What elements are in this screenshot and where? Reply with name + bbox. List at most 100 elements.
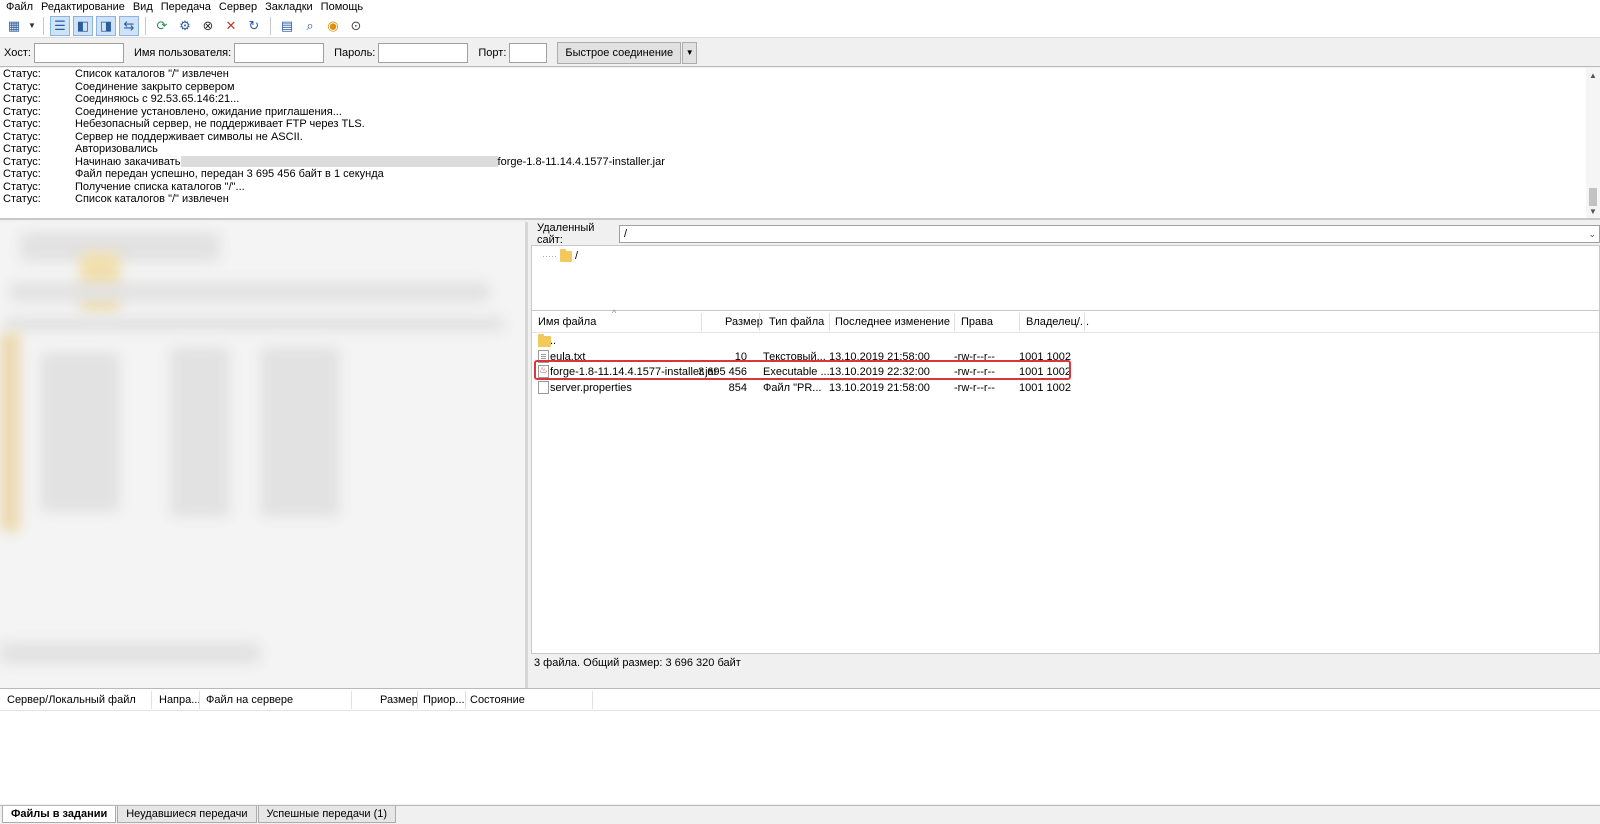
file-owner: 1001 1002: [1019, 381, 1071, 394]
username-label: Имя пользователя:: [133, 46, 232, 59]
log-message: Начинаю закачивать forge-1.8-11.14.4.1577…: [75, 156, 665, 169]
filter-icon[interactable]: ▤: [277, 16, 297, 36]
file-list-header: ^ Имя файла Размер Тип файла Последнее и…: [532, 308, 1599, 333]
log-status-label: Статус:: [3, 105, 41, 118]
log-status-label: Статус:: [3, 155, 41, 168]
chevron-down-icon[interactable]: ⌄: [1588, 229, 1596, 240]
column-header-size[interactable]: Размер: [725, 316, 763, 328]
remote-path-input[interactable]: / ⌄: [619, 225, 1600, 243]
menu-server[interactable]: Сервер: [215, 0, 261, 14]
log-status-label: Статус:: [3, 118, 41, 130]
disconnect-icon[interactable]: ✕: [221, 16, 241, 36]
column-header-state[interactable]: Состояние: [470, 694, 525, 706]
queue-header: Сервер/Локальный файл Напра... Файл на с…: [0, 689, 1600, 711]
log-message-text: Получение списка каталогов "/"...: [75, 180, 245, 193]
log-message-text: Файл передан успешно, передан 3 695 456 …: [75, 168, 384, 180]
log-status-label: Статус:: [3, 80, 41, 93]
file-row[interactable]: server.properties 854 Файл "PR... 13.10.201…: [532, 380, 1599, 396]
folder-icon: [560, 248, 572, 262]
log-message-text: Авторизовались: [75, 143, 158, 155]
menu-edit[interactable]: Редактирование: [37, 0, 129, 14]
toggle-queue-icon[interactable]: ⇆: [119, 15, 139, 36]
toolbar-separator: [270, 16, 271, 35]
column-header-size[interactable]: Размер: [380, 694, 418, 706]
log-row: Статус: Соединение закрыто сервером: [0, 81, 1600, 94]
folder-icon: [538, 334, 551, 347]
log-message: Соединяюсь с 92.53.65.146:21...: [75, 93, 239, 106]
site-manager-dropdown-icon[interactable]: ▼: [27, 16, 37, 36]
log-message-text: Соединение установлено, ожидание приглаш…: [75, 105, 342, 118]
highlight-frame: [534, 360, 1071, 380]
file-name: ..: [550, 335, 557, 347]
scroll-down-icon[interactable]: ▼: [1586, 204, 1600, 218]
column-header-modified[interactable]: Последнее изменение: [835, 316, 950, 328]
toggle-local-tree-icon[interactable]: ◧: [73, 15, 93, 36]
log-status-label: Статус:: [3, 68, 41, 80]
compare-directories-icon[interactable]: ⌕: [300, 16, 320, 36]
password-input[interactable]: [378, 42, 469, 63]
column-header-owner[interactable]: Владелец/...: [1026, 316, 1089, 328]
tab-failed-transfers[interactable]: Неудавшиеся передачи: [117, 806, 257, 823]
column-header-priority[interactable]: Приор...: [423, 694, 465, 706]
file-name: server.properties: [550, 381, 632, 394]
column-header-remote-file[interactable]: Файл на сервере: [206, 694, 293, 706]
log-row: Статус: Получение списка каталогов "/"...: [0, 181, 1600, 194]
refresh-icon[interactable]: ⟳: [152, 16, 172, 36]
log-message: Получение списка каталогов "/"...: [75, 181, 245, 194]
queue-tabs: Файлы в задании Неудавшиеся передачи Усп…: [0, 805, 1600, 824]
quickconnect-button[interactable]: Быстрое соединение: [557, 41, 682, 64]
log-message-text: Список каталогов "/" извлечен: [75, 68, 229, 80]
message-log: Статус: Список каталогов "/" извлечен Стат…: [0, 68, 1600, 220]
log-row: Статус: Соединение установлено, ожидание …: [0, 106, 1600, 119]
log-row: Статус: Начинаю закачивать forge-1.8-11.14…: [0, 156, 1600, 169]
quickconnect-dropdown-icon[interactable]: ▼: [682, 41, 698, 64]
menu-transfer[interactable]: Передача: [157, 0, 215, 14]
log-row: Статус: Список каталогов "/" извлечен: [0, 193, 1600, 206]
column-header-name[interactable]: Имя файла: [538, 316, 596, 328]
redacted-path: [180, 156, 498, 168]
log-row: Статус: Файл передан успешно, передан 3 6…: [0, 168, 1600, 181]
reconnect-icon[interactable]: ↻: [244, 16, 264, 36]
column-header-server-local[interactable]: Сервер/Локальный файл: [7, 694, 136, 706]
tab-queued-files[interactable]: Файлы в задании: [2, 806, 117, 823]
tree-node-root[interactable]: ····· /: [542, 248, 579, 262]
port-label: Порт:: [478, 46, 507, 59]
log-message: Авторизовались: [75, 143, 158, 156]
log-row: Статус: Соединяюсь с 92.53.65.146:21...: [0, 93, 1600, 106]
log-scrollbar[interactable]: ▲ ▼: [1586, 68, 1600, 218]
menu-bookmarks[interactable]: Закладки: [261, 0, 317, 14]
toggle-log-icon[interactable]: ☰: [50, 15, 70, 36]
log-message-text: Небезопасный сервер, не поддерживает FTP…: [75, 118, 365, 130]
log-status-label: Статус:: [3, 168, 41, 180]
host-input[interactable]: [33, 42, 124, 63]
remote-status-bar: 3 файла. Общий размер: 3 696 320 байт: [534, 657, 741, 669]
search-files-icon[interactable]: ⊙: [346, 16, 366, 36]
file-icon: [538, 380, 549, 394]
tree-node-label: /: [575, 250, 579, 262]
tab-successful-transfers[interactable]: Успешные передачи (1): [257, 806, 397, 823]
log-message-filename: forge-1.8-11.14.4.1577-installer.jar: [497, 155, 665, 168]
cancel-operation-icon[interactable]: ⊗: [198, 16, 218, 36]
log-message-text: Начинаю закачивать: [75, 155, 181, 168]
menu-view[interactable]: Вид: [129, 0, 157, 14]
column-header-direction[interactable]: Напра...: [159, 694, 200, 706]
column-header-permissions[interactable]: Права: [961, 316, 993, 328]
sync-browsing-icon[interactable]: ◉: [323, 16, 343, 36]
toggle-remote-tree-icon[interactable]: ◨: [96, 15, 116, 36]
file-row[interactable]: ..: [532, 333, 1599, 349]
log-message: Небезопасный сервер, не поддерживает FTP…: [75, 118, 365, 131]
log-status-label: Статус:: [3, 193, 41, 205]
log-message: Соединение закрыто сервером: [75, 81, 235, 94]
site-manager-icon[interactable]: ▦: [4, 16, 24, 36]
menu-help[interactable]: Помощь: [317, 0, 368, 14]
log-message: Список каталогов "/" извлечен: [75, 68, 229, 81]
username-input[interactable]: [234, 42, 325, 63]
host-label: Хост:: [4, 46, 31, 59]
file-size: 854: [728, 381, 747, 394]
scroll-up-icon[interactable]: ▲: [1586, 68, 1600, 82]
menu-file[interactable]: Файл: [2, 0, 37, 14]
process-queue-icon[interactable]: ⚙: [175, 16, 195, 36]
port-input[interactable]: [509, 42, 548, 63]
log-message-text: Соединяюсь с 92.53.65.146:21...: [75, 93, 240, 105]
column-header-type[interactable]: Тип файла: [769, 316, 824, 328]
